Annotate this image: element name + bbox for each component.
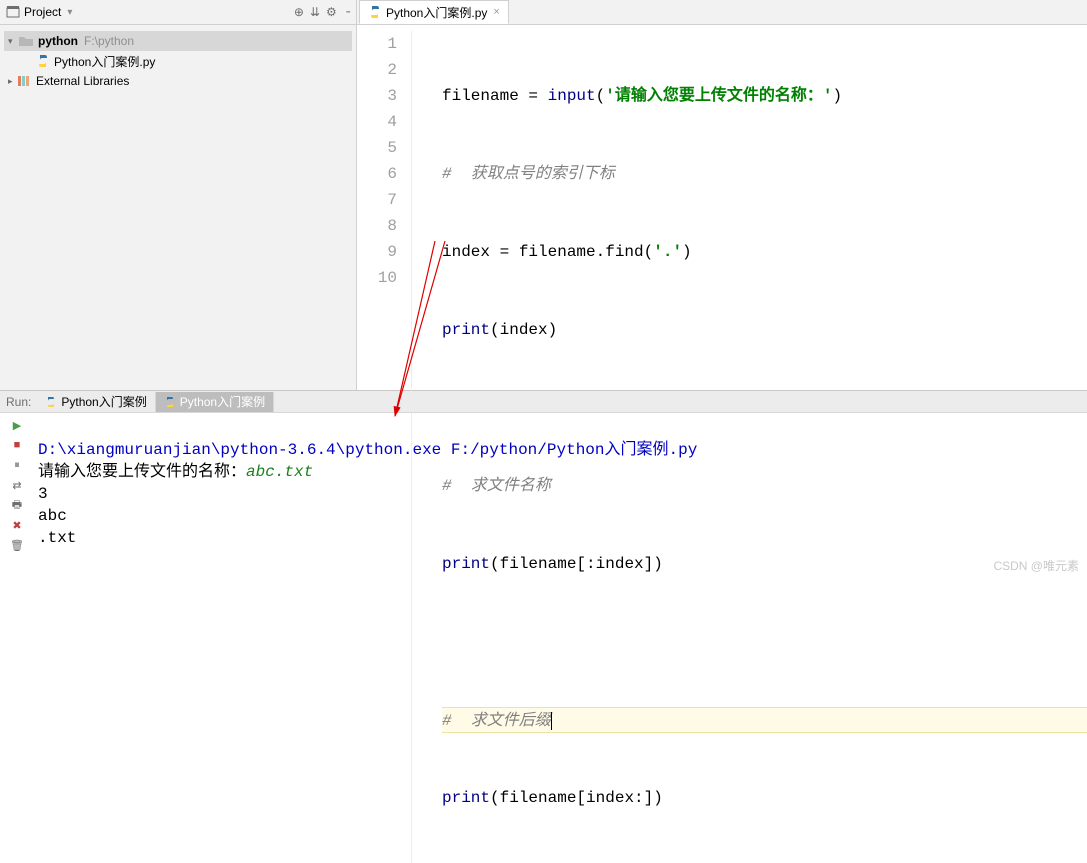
code-line: print(index) <box>442 317 1087 343</box>
root-name: python <box>38 34 78 48</box>
editor-tabbar: Python入门案例.py × <box>357 0 1087 25</box>
code-line: print(filename[index:]) <box>442 785 1087 811</box>
run-label: Run: <box>0 395 37 409</box>
editor-tab[interactable]: Python入门案例.py × <box>359 0 509 24</box>
chevron-down-icon[interactable]: ▾ <box>67 7 72 18</box>
project-toolbar: ⊕ ⇊ ⚙ ╶ <box>294 5 350 19</box>
tree-root[interactable]: ▾ python F:\python <box>4 31 352 51</box>
project-title: Project <box>24 5 61 19</box>
python-file-icon <box>164 396 176 408</box>
trash-icon[interactable]: 🗑 <box>9 537 25 553</box>
python-file-icon <box>36 54 50 68</box>
console-line: 3 <box>38 485 48 503</box>
code-line: index = filename.find('.') <box>442 239 1087 265</box>
project-icon <box>6 5 20 19</box>
console-line: abc <box>38 507 67 525</box>
ext-lib-label: External Libraries <box>36 74 129 88</box>
pause-icon[interactable]: ⏸ <box>9 457 25 473</box>
run-controls: ▶ ■ ⏸ ⇄ 🖶 ✖ 🗑 <box>0 413 34 580</box>
code-line: # 获取点号的索引下标 <box>442 161 1087 187</box>
code-line: print(filename[:index]) <box>442 551 1087 577</box>
expand-icon[interactable]: ▸ <box>8 76 18 87</box>
run-tab[interactable]: Python入门案例 <box>37 392 155 412</box>
code-line-current: # 求文件后缀 <box>442 707 1087 733</box>
toggle-icon[interactable]: ⇄ <box>9 477 25 493</box>
tree-file[interactable]: Python入门案例.py <box>4 51 352 71</box>
python-file-icon <box>45 396 57 408</box>
expand-icon[interactable]: ▾ <box>8 36 18 47</box>
code-line <box>442 629 1087 655</box>
console-line: .txt <box>38 529 76 547</box>
code-body[interactable]: filename = input('请输入您要上传文件的名称：') # 获取点号… <box>412 31 1087 863</box>
run-tab-active[interactable]: Python入门案例 <box>156 392 274 412</box>
project-tree: ▾ python F:\python Python入门案例.py ▸ E <box>0 25 356 97</box>
project-header[interactable]: Project ▾ ⊕ ⇊ ⚙ ╶ <box>0 0 356 25</box>
console-user-input: abc.txt <box>246 463 313 481</box>
code-line: # 求文件名称 <box>442 473 1087 499</box>
python-file-icon <box>368 5 382 19</box>
target-icon[interactable]: ⊕ <box>294 5 304 19</box>
console-prompt: 请输入您要上传文件的名称： <box>38 463 246 481</box>
file-name: Python入门案例.py <box>54 53 155 70</box>
tree-ext-lib[interactable]: ▸ External Libraries <box>4 71 352 91</box>
library-icon <box>18 74 32 88</box>
text-cursor <box>551 712 552 730</box>
rerun-icon[interactable]: ▶ <box>9 417 25 433</box>
tab-filename: Python入门案例.py <box>386 4 487 21</box>
project-sidebar: Project ▾ ⊕ ⇊ ⚙ ╶ ▾ python F:\python <box>0 0 357 390</box>
collapse-icon[interactable]: ⇊ <box>310 5 320 19</box>
stop-icon[interactable]: ■ <box>9 437 25 453</box>
print-icon[interactable]: 🖶 <box>9 497 25 513</box>
close-icon[interactable]: × <box>493 6 499 18</box>
watermark: CSDN @唯元素 <box>993 557 1079 574</box>
folder-icon <box>18 34 34 48</box>
code-line: filename = input('请输入您要上传文件的名称：') <box>442 83 1087 109</box>
editor-pane: Python入门案例.py × 1 2 3 4 5 6 7 8 9 10 fil… <box>357 0 1087 390</box>
root-path: F:\python <box>84 34 134 48</box>
code-editor[interactable]: 1 2 3 4 5 6 7 8 9 10 filename = input('请… <box>357 25 1087 863</box>
hide-icon[interactable]: ╶ <box>343 5 350 19</box>
gear-icon[interactable]: ⚙ <box>326 5 337 19</box>
code-line <box>442 395 1087 421</box>
delete-icon[interactable]: ✖ <box>9 517 25 533</box>
